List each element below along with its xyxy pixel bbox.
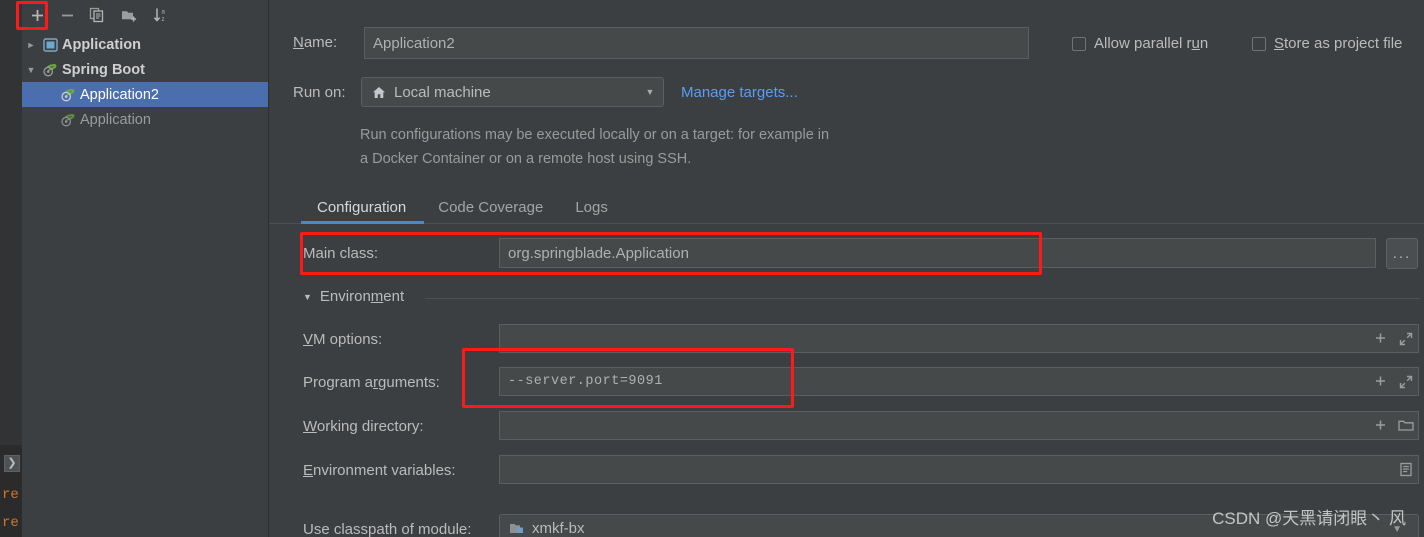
plus-icon[interactable] (1367, 367, 1393, 396)
working-directory-label: Working directory: (303, 418, 424, 435)
checkbox-box[interactable] (1252, 36, 1266, 51)
tab-configuration[interactable]: Configuration (301, 190, 422, 224)
scroll-down-caret-icon[interactable]: ▼ (1392, 524, 1402, 535)
environment-section-label: Environment (319, 288, 405, 305)
configurations-tree: ► Application ▼ Spring Boot Application2… (22, 32, 268, 132)
vm-options-label: VM options: (303, 331, 383, 348)
environment-variables-input[interactable] (499, 455, 1419, 484)
vm-options-buttons (1365, 324, 1419, 353)
spring-boot-icon (58, 87, 78, 103)
folder-icon[interactable] (1393, 411, 1419, 440)
manage-targets-link[interactable]: Manage targets... (681, 84, 798, 101)
tab-logs[interactable]: Logs (559, 190, 624, 224)
environment-section-header[interactable]: ▼ Environment (303, 288, 404, 305)
run-on-combobox[interactable]: Local machine ▼ (361, 77, 664, 107)
editor-code-line: re (2, 515, 19, 531)
environment-variables-buttons (1391, 455, 1419, 484)
allow-parallel-run-checkbox[interactable]: Allow parallel run (1072, 35, 1208, 52)
working-directory-input[interactable] (499, 411, 1419, 440)
tree-node-label: Application (80, 111, 151, 128)
active-tab-indicator (301, 221, 424, 224)
name-input[interactable]: Application2 (364, 27, 1029, 59)
tree-node-application-group[interactable]: ► Application (22, 32, 268, 57)
expand-diagonal-icon[interactable] (1393, 367, 1419, 396)
tree-node-application2[interactable]: Application2 (22, 82, 268, 107)
allow-parallel-run-label: Allow parallel run (1094, 35, 1209, 52)
environment-variables-label: Environment variables: (303, 462, 456, 479)
run-on-label: Run on: (293, 84, 346, 101)
configurations-toolbar: a z (22, 0, 268, 30)
chevron-down-icon[interactable]: ▼ (637, 87, 663, 97)
watermark: CSDN @天黑请闭眼丶 风 (1212, 509, 1406, 528)
main-class-input[interactable]: org.springblade.Application (499, 238, 1376, 268)
svg-text:a: a (161, 10, 165, 16)
configuration-tabs: Configuration Code Coverage Logs (301, 190, 624, 224)
run-on-description: Run configurations may be executed local… (360, 127, 830, 167)
expand-diagonal-icon[interactable] (1393, 324, 1419, 353)
spring-boot-icon (40, 62, 60, 78)
module-folder-icon (508, 521, 526, 537)
tree-node-application[interactable]: Application (22, 107, 268, 132)
main-class-label: Main class: (303, 245, 379, 262)
editor-top-fill (0, 0, 22, 445)
program-arguments-label: Program arguments: (303, 374, 440, 391)
editor-gutter-expand-icon[interactable]: ❯ (4, 455, 20, 472)
editor-code-line: re (2, 487, 19, 503)
program-arguments-buttons (1365, 367, 1419, 396)
sort-alphabetical-icon[interactable]: a z (150, 5, 172, 25)
minus-icon[interactable] (56, 5, 78, 25)
application-icon (40, 37, 60, 53)
tree-node-spring-boot-group[interactable]: ▼ Spring Boot (22, 57, 268, 82)
use-classpath-module-label: Use classpath of module: (303, 521, 472, 537)
configurations-tree-panel: a z ► Application ▼ Spring Boot Applicat… (22, 0, 268, 537)
checkbox-box[interactable] (1072, 36, 1086, 51)
plus-icon[interactable] (1367, 411, 1393, 440)
name-label: Name: (293, 34, 338, 51)
environment-section-divider (425, 298, 1420, 299)
list-icon[interactable] (1393, 455, 1419, 484)
store-as-project-file-checkbox[interactable]: Store as project file (1252, 35, 1402, 52)
spring-boot-icon (58, 112, 78, 128)
plus-icon[interactable] (1367, 324, 1393, 353)
store-as-project-file-label: Store as project file (1274, 35, 1403, 52)
new-folder-icon[interactable] (118, 5, 140, 25)
copy-icon[interactable] (86, 5, 108, 25)
tab-code-coverage[interactable]: Code Coverage (422, 190, 559, 224)
main-class-browse-button[interactable]: ... (1386, 238, 1418, 269)
working-directory-buttons (1365, 411, 1419, 440)
program-arguments-input[interactable]: --server.port=9091 (499, 367, 1419, 396)
configuration-editor-pane: Name: Application2 Allow parallel run St… (269, 0, 1424, 537)
run-on-value: Local machine (394, 83, 491, 101)
vm-options-input[interactable] (499, 324, 1419, 353)
chevron-right-icon[interactable]: ► (22, 32, 40, 57)
run-debug-configurations-dialog: ❯ re re a z ► Application ▼ Spring Boot … (0, 0, 1424, 537)
chevron-down-icon[interactable]: ▼ (22, 57, 40, 82)
tree-node-label: Spring Boot (62, 61, 145, 78)
background-editor: ❯ re re (0, 0, 22, 537)
plus-icon[interactable] (26, 5, 48, 25)
tree-node-label: Application (62, 36, 141, 53)
tree-node-label: Application2 (80, 86, 159, 103)
triangle-down-icon[interactable]: ▼ (303, 292, 312, 302)
svg-text:z: z (161, 17, 164, 23)
home-icon (370, 84, 388, 100)
